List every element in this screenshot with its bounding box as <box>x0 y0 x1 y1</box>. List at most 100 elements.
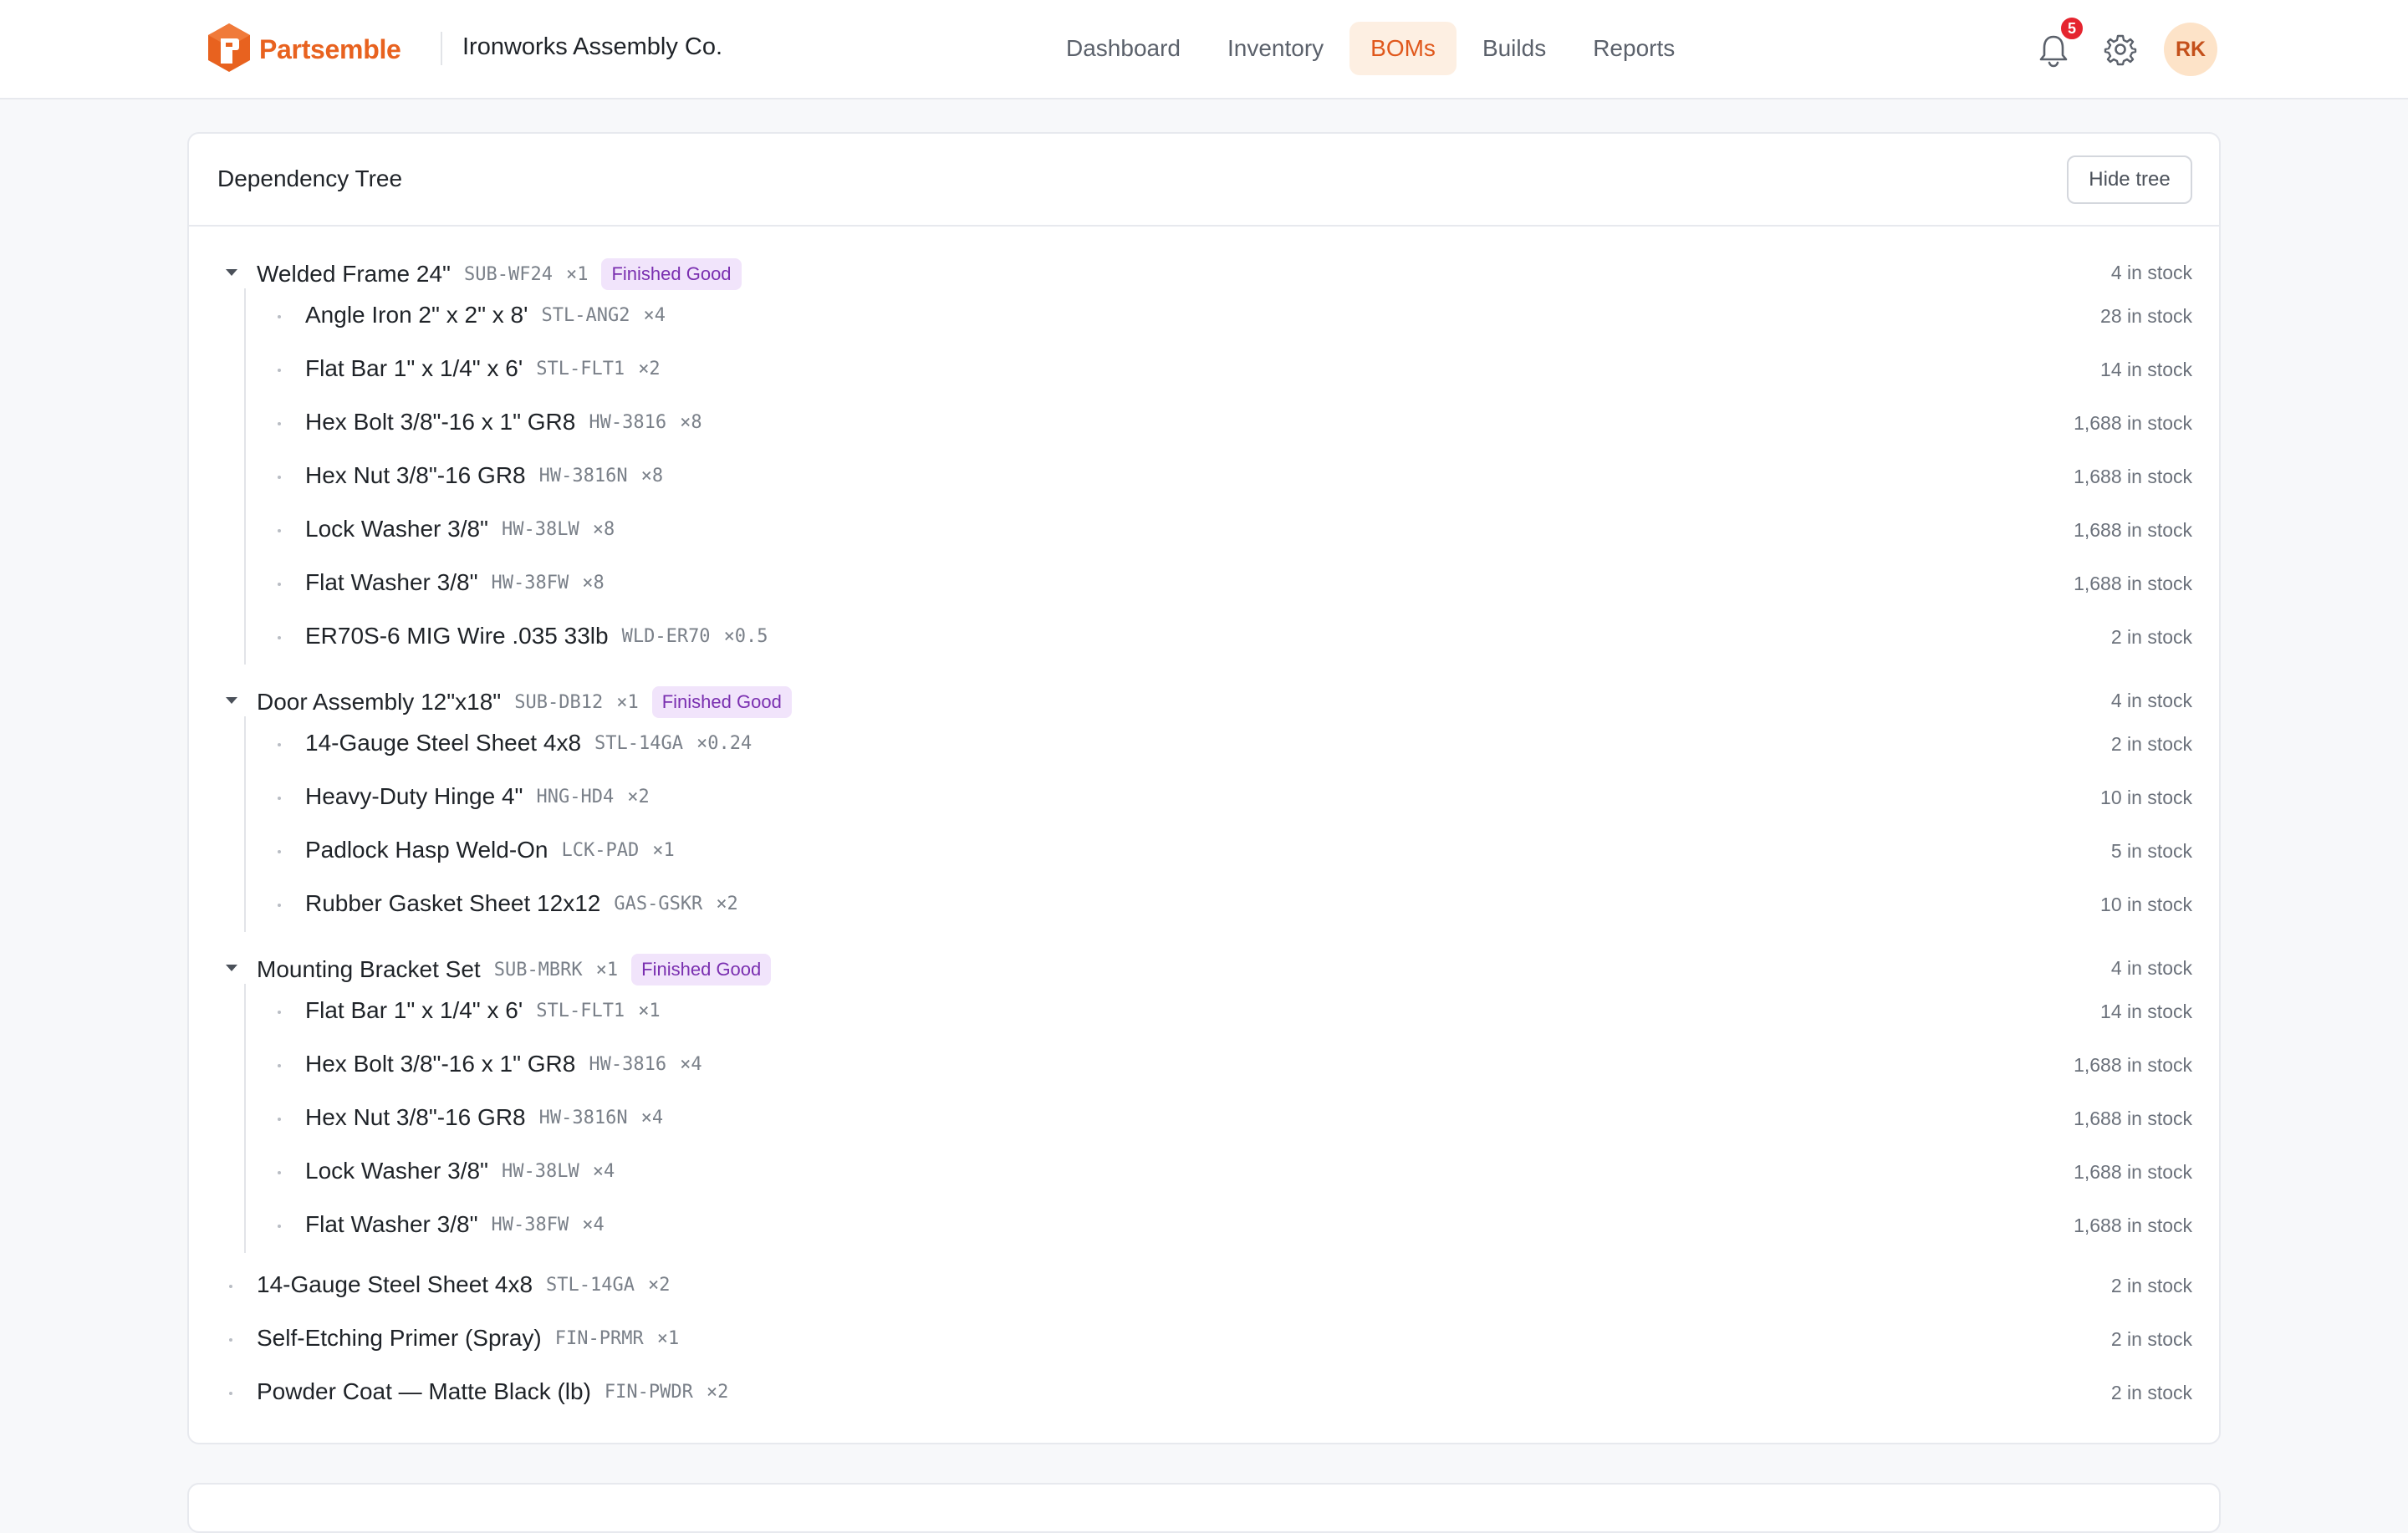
item-name: Hex Bolt 3/8"-16 x 1" GR8 HW-3816 ×4 <box>305 1051 702 1077</box>
item-name: Hex Bolt 3/8"-16 x 1" GR8 HW-3816 ×8 <box>305 409 702 435</box>
tree-leaf-row[interactable]: 14-Gauge Steel Sheet 4x8 STL-14GA ×2 2 in s… <box>189 1265 2219 1306</box>
item-stock: 4 in stock <box>2110 957 2192 979</box>
tree-group-row[interactable]: Welded Frame 24" SUB-WF24 ×1 Finished Good 4… <box>189 252 2219 293</box>
item-sku: FIN-PRMR <box>554 1327 644 1349</box>
item-sku: HW-3816 <box>589 411 667 433</box>
item-stock: 28 in stock <box>2100 305 2192 327</box>
item-quantity: ×1 <box>652 839 675 861</box>
tree-child-row[interactable]: 14-Gauge Steel Sheet 4x8 STL-14GA ×0.24 2 i… <box>189 723 2219 765</box>
next-card <box>187 1483 2221 1533</box>
item-name: Lock Washer 3/8" HW-38LW ×8 <box>305 516 615 542</box>
tree-child-row[interactable]: Padlock Hasp Weld-On LCK-PAD ×1 5 in stock <box>189 830 2219 872</box>
tree-group-row[interactable]: Door Assembly 12"x18" SUB-DB12 ×1 Finished … <box>189 680 2219 721</box>
tree-child-row[interactable]: Flat Washer 3/8" HW-38FW ×8 1,688 in stock <box>189 563 2219 604</box>
brand-logo[interactable]: Partsemble <box>206 22 401 78</box>
tree-child-row[interactable]: Flat Bar 1" x 1/4" x 6' STL-FLT1 ×1 14 in s… <box>189 991 2219 1032</box>
item-label: Padlock Hasp Weld-On <box>305 837 548 863</box>
item-label: Flat Bar 1" x 1/4" x 6' <box>305 355 523 381</box>
item-sku: HW-3816N <box>538 1107 628 1128</box>
item-sku: LCK-PAD <box>561 839 640 861</box>
tree-child-row[interactable]: Lock Washer 3/8" HW-38LW ×8 1,688 in stock <box>189 509 2219 551</box>
tree-leaf-row[interactable]: Powder Coat — Matte Black (lb) FIN-PWDR ×2… <box>189 1372 2219 1413</box>
item-label: Angle Iron 2" x 2" x 8' <box>305 302 528 328</box>
bullet-icon <box>229 1285 232 1288</box>
tree-child-row[interactable]: Heavy-Duty Hinge 4" HNG-HD4 ×2 10 in stock <box>189 777 2219 818</box>
chevron-down-icon[interactable] <box>221 690 242 711</box>
notification-count-badge: 5 <box>2059 16 2084 41</box>
item-label: Rubber Gasket Sheet 12x12 <box>305 890 601 916</box>
tree-child-row[interactable]: Hex Bolt 3/8"-16 x 1" GR8 HW-3816 ×8 1,688 … <box>189 402 2219 444</box>
item-stock: 5 in stock <box>2110 840 2192 862</box>
partsemble-logo-icon <box>206 22 253 78</box>
tree-child-row[interactable]: Angle Iron 2" x 2" x 8' STL-ANG2 ×4 28 in s… <box>189 295 2219 337</box>
chevron-down-icon[interactable] <box>221 957 242 979</box>
bullet-icon <box>278 1118 281 1121</box>
bullet-icon <box>278 583 281 586</box>
item-quantity: ×2 <box>627 786 650 807</box>
organization-name: Ironworks Assembly Co. <box>462 33 723 60</box>
item-name: 14-Gauge Steel Sheet 4x8 STL-14GA ×0.24 <box>305 730 752 756</box>
tree-child-row[interactable]: Flat Washer 3/8" HW-38FW ×4 1,688 in stock <box>189 1204 2219 1246</box>
gear-icon[interactable] <box>2104 33 2137 66</box>
item-stock: 4 in stock <box>2110 690 2192 711</box>
item-name: Rubber Gasket Sheet 12x12 GAS-GSKR ×2 <box>305 890 738 917</box>
tree-child-row[interactable]: Lock Washer 3/8" HW-38LW ×4 1,688 in stock <box>189 1151 2219 1193</box>
item-quantity: ×1 <box>565 263 589 285</box>
tree-connector-line <box>244 984 246 1253</box>
item-quantity: ×1 <box>656 1327 680 1349</box>
hide-tree-button[interactable]: Hide tree <box>2067 155 2192 204</box>
nav-inventory[interactable]: Inventory <box>1207 22 1344 75</box>
item-stock: 1,688 in stock <box>2074 1108 2192 1129</box>
item-name: Door Assembly 12"x18" SUB-DB12 ×1 Finished … <box>257 686 792 718</box>
item-sku: STL-14GA <box>594 732 683 754</box>
item-sku: HW-38LW <box>502 518 579 540</box>
item-stock: 2 in stock <box>2110 626 2192 648</box>
item-sku: SUB-MBRK <box>493 959 583 980</box>
item-label: Welded Frame 24" <box>257 261 451 287</box>
item-stock: 1,688 in stock <box>2074 1161 2192 1183</box>
item-name: Flat Washer 3/8" HW-38FW ×8 <box>305 569 605 596</box>
item-sku: HW-3816N <box>538 465 628 486</box>
bullet-icon <box>278 1011 281 1014</box>
nav-reports[interactable]: Reports <box>1572 22 1696 75</box>
tree-child-row[interactable]: ER70S-6 MIG Wire .035 33lb WLD-ER70 ×0.5 2 … <box>189 616 2219 658</box>
bullet-icon <box>278 904 281 907</box>
item-stock: 1,688 in stock <box>2074 412 2192 434</box>
item-quantity: ×1 <box>616 691 639 713</box>
item-sku: FIN-PWDR <box>604 1381 693 1403</box>
bullet-icon <box>278 1171 281 1174</box>
item-stock: 2 in stock <box>2110 1275 2192 1296</box>
item-label: Flat Washer 3/8" <box>305 1211 478 1237</box>
item-sku: STL-14GA <box>546 1274 635 1296</box>
card-header: Dependency Tree Hide tree <box>189 134 2219 227</box>
tree-group-row[interactable]: Mounting Bracket Set SUB-MBRK ×1 Finished G… <box>189 947 2219 989</box>
item-stock: 2 in stock <box>2110 733 2192 755</box>
item-stock: 14 in stock <box>2100 359 2192 380</box>
user-avatar[interactable]: RK <box>2164 23 2217 76</box>
bullet-icon <box>278 476 281 479</box>
tree-child-row[interactable]: Rubber Gasket Sheet 12x12 GAS-GSKR ×2 10 in… <box>189 884 2219 925</box>
tree-child-row[interactable]: Hex Nut 3/8"-16 GR8 HW-3816N ×8 1,688 in st… <box>189 456 2219 497</box>
item-name: Self-Etching Primer (Spray) FIN-PRMR ×1 <box>257 1325 679 1352</box>
nav-builds[interactable]: Builds <box>1462 22 1567 75</box>
item-stock: 14 in stock <box>2100 1001 2192 1022</box>
item-sku: HNG-HD4 <box>536 786 615 807</box>
item-label: Hex Bolt 3/8"-16 x 1" GR8 <box>305 409 576 435</box>
chevron-down-icon[interactable] <box>221 262 242 283</box>
item-label: ER70S-6 MIG Wire .035 33lb <box>305 623 609 649</box>
item-sku: STL-ANG2 <box>541 304 630 326</box>
item-name: Angle Iron 2" x 2" x 8' STL-ANG2 ×4 <box>305 302 666 328</box>
tree-child-row[interactable]: Hex Nut 3/8"-16 GR8 HW-3816N ×4 1,688 in st… <box>189 1098 2219 1139</box>
nav-dashboard[interactable]: Dashboard <box>1045 22 1201 75</box>
item-label: Mounting Bracket Set <box>257 956 481 982</box>
item-name: Powder Coat — Matte Black (lb) FIN-PWDR ×2 <box>257 1378 728 1405</box>
tree-leaf-row[interactable]: Self-Etching Primer (Spray) FIN-PRMR ×1 2 i… <box>189 1318 2219 1360</box>
nav-boms[interactable]: BOMs <box>1349 22 1457 75</box>
item-label: Flat Washer 3/8" <box>305 569 478 595</box>
item-stock: 1,688 in stock <box>2074 1215 2192 1236</box>
item-stock: 2 in stock <box>2110 1328 2192 1350</box>
item-stock: 2 in stock <box>2110 1382 2192 1403</box>
tree-child-row[interactable]: Hex Bolt 3/8"-16 x 1" GR8 HW-3816 ×4 1,688 … <box>189 1044 2219 1086</box>
tree-child-row[interactable]: Flat Bar 1" x 1/4" x 6' STL-FLT1 ×2 14 in s… <box>189 349 2219 390</box>
item-quantity: ×4 <box>643 304 666 326</box>
